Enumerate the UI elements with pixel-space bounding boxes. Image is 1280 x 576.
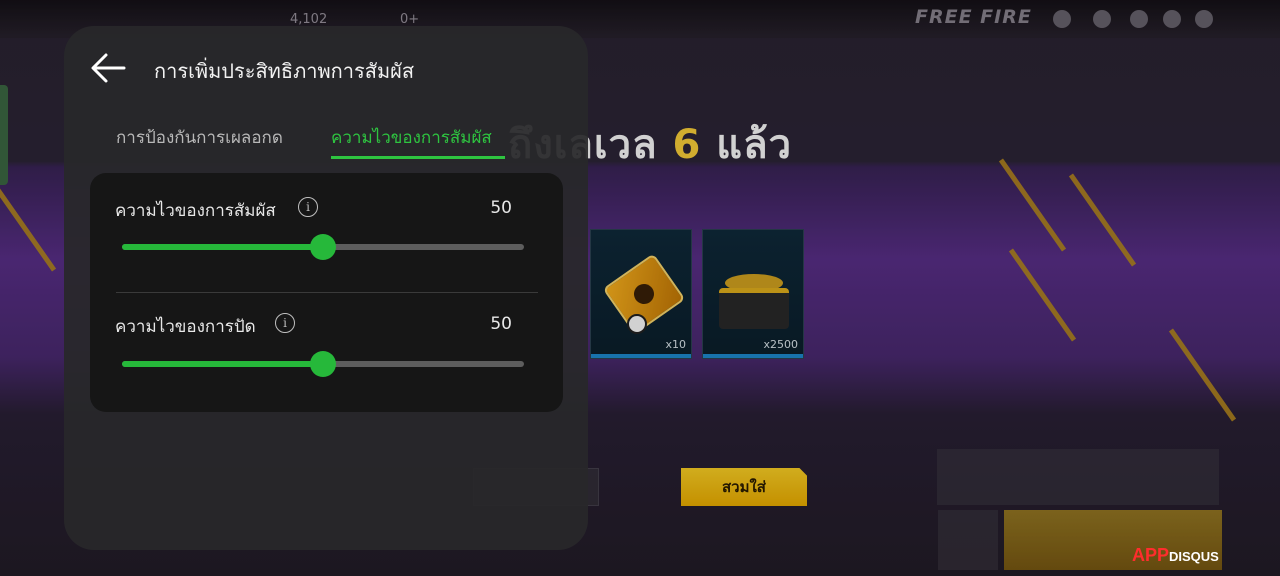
back-button[interactable] bbox=[88, 50, 128, 86]
tab-touch-sensitivity[interactable]: ความไวของการสัมผัส bbox=[331, 124, 492, 151]
swipe-sensitivity-slider[interactable] bbox=[122, 351, 524, 377]
tab-accidental-touch-prevention[interactable]: การป้องกันการเผลอกด bbox=[116, 124, 283, 151]
watermark-disqus: DISQUS bbox=[1169, 549, 1219, 564]
touch-sensitivity-value: 50 bbox=[490, 198, 512, 218]
info-icon[interactable]: i bbox=[298, 197, 318, 217]
slider-fill bbox=[122, 244, 323, 250]
active-tab-indicator bbox=[331, 156, 505, 159]
panel-title: การเพิ่มประสิทธิภาพการสัมผัส bbox=[154, 59, 415, 83]
watermark-logo: APPDISQUS bbox=[1132, 545, 1219, 566]
watermark-app: APP bbox=[1132, 545, 1170, 565]
back-arrow-icon bbox=[91, 53, 126, 83]
swipe-sensitivity-label: ความไวของการปัด bbox=[115, 317, 256, 337]
info-icon[interactable]: i bbox=[275, 313, 295, 333]
touch-sensitivity-label: ความไวของการสัมผัส bbox=[115, 201, 276, 221]
divider bbox=[116, 292, 538, 293]
slider-thumb[interactable] bbox=[310, 351, 336, 377]
slider-thumb[interactable] bbox=[310, 234, 336, 260]
sensitivity-settings-card: ความไวของการสัมผัส i 50 ความไวของการปัด … bbox=[90, 173, 563, 412]
slider-fill bbox=[122, 361, 323, 367]
touch-optimization-panel: การเพิ่มประสิทธิภาพการสัมผัส การป้องกันก… bbox=[64, 26, 588, 550]
swipe-sensitivity-value: 50 bbox=[490, 314, 512, 334]
touch-sensitivity-slider[interactable] bbox=[122, 234, 524, 260]
